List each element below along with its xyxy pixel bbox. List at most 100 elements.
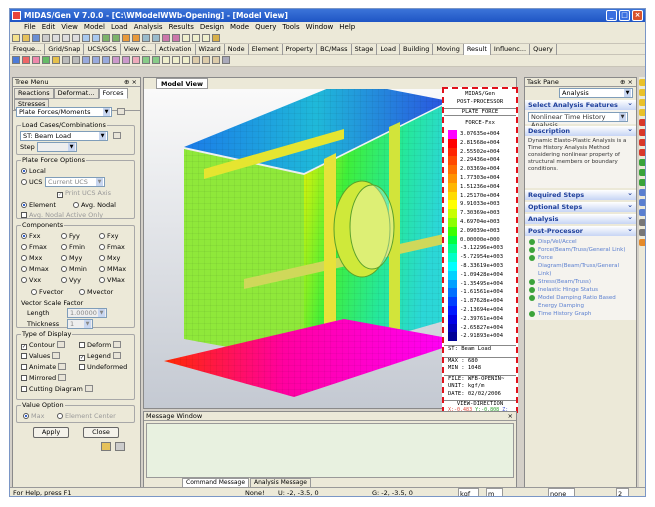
node-table-icon[interactable] (192, 34, 200, 42)
pan-icon[interactable] (132, 34, 140, 42)
menu-query[interactable]: Query (255, 23, 276, 31)
tab-node[interactable]: Node (225, 44, 249, 55)
mirrored-options-button[interactable] (58, 374, 67, 381)
values-checkbox[interactable]: Values (21, 352, 61, 360)
component-fxy-radio[interactable]: Fxy (99, 232, 118, 240)
result-type-more-button[interactable] (117, 108, 125, 115)
tab-forces[interactable]: Forces (98, 88, 128, 99)
tab-reactions[interactable]: Reactions (14, 88, 54, 99)
arrow-right-icon[interactable] (639, 149, 645, 156)
fvector-radio[interactable]: Fvector (31, 288, 63, 296)
tab-property[interactable]: Property (283, 44, 318, 55)
undeformed-checkbox[interactable]: Undeformed (79, 363, 127, 371)
section-icon[interactable] (222, 56, 230, 64)
menu-edit[interactable]: Edit (42, 23, 56, 31)
display-icon[interactable] (112, 56, 120, 64)
save-icon[interactable] (32, 34, 40, 42)
link-disp-vel-accel[interactable]: Disp/Vel/Accel (528, 238, 633, 246)
close-icon[interactable]: × (632, 10, 643, 21)
pan-view-icon[interactable] (639, 229, 645, 236)
menu-load[interactable]: Load (111, 23, 128, 31)
zoom-window-icon[interactable] (639, 99, 645, 106)
extrude-icon[interactable] (192, 56, 200, 64)
current-ucs-select[interactable]: Current UCS (45, 177, 105, 187)
tab-activation[interactable]: Activation (156, 44, 196, 55)
ucs-radio[interactable]: UCS (21, 178, 42, 186)
load-case-more-button[interactable] (113, 132, 121, 139)
force-unit-select[interactable]: kgf (458, 488, 480, 496)
view-back-icon[interactable] (639, 209, 645, 216)
print-results-icon[interactable] (115, 442, 125, 451)
analysis-type-select[interactable]: Nonlinear Time History Analysis (528, 112, 628, 129)
legend-checkbox[interactable]: ✓ Legend (79, 352, 121, 361)
pin-close-icon[interactable]: ⊕ × (124, 78, 137, 87)
component-myy-radio[interactable]: Myy (61, 254, 82, 262)
tab-view-control[interactable]: View C... (121, 44, 156, 55)
rotate-view-icon[interactable] (639, 219, 645, 226)
label-icon[interactable] (122, 56, 130, 64)
redo-icon[interactable] (92, 34, 100, 42)
contour-options-button[interactable] (56, 341, 65, 348)
perspective-icon[interactable] (62, 56, 70, 64)
zoom-in-icon[interactable] (639, 79, 645, 86)
snap-select[interactable]: none (548, 488, 576, 496)
tab-frequency[interactable]: Freque... (10, 44, 46, 55)
avg-nodal-radio[interactable]: Avg. Nodal (73, 201, 116, 209)
model-icon[interactable] (22, 56, 30, 64)
component-fmin-radio[interactable]: Fmin (61, 243, 85, 251)
view-front-icon[interactable] (639, 159, 645, 166)
link-damping-energy[interactable]: Model Damping Ratio Based Energy Damping (528, 294, 633, 310)
optional-steps-header[interactable]: Optional Steps (525, 200, 636, 212)
offset-icon[interactable] (212, 56, 220, 64)
snap-icon[interactable] (112, 34, 120, 42)
message-close-icon[interactable]: × (508, 412, 513, 421)
length-unit-select[interactable]: m (486, 488, 504, 496)
copy-icon[interactable] (62, 34, 70, 42)
maximize-icon[interactable]: □ (619, 10, 630, 21)
analysis-header[interactable]: Analysis (525, 212, 636, 224)
apply-button[interactable]: Apply (33, 427, 69, 438)
tab-stage[interactable]: Stage (352, 44, 378, 55)
contour-checkbox[interactable]: ✓ Contour (21, 341, 65, 350)
zoom-all-icon[interactable] (639, 109, 645, 116)
tab-deformations[interactable]: Deformat... (53, 88, 99, 99)
unselect-icon[interactable] (172, 34, 180, 42)
task-pane-pin-icon[interactable]: ⊕ × (620, 78, 633, 87)
tab-result[interactable]: Result (463, 44, 491, 55)
menu-view[interactable]: View (61, 23, 78, 31)
required-steps-header[interactable]: Required Steps (525, 188, 636, 200)
mvector-radio[interactable]: Mvector (79, 288, 113, 296)
link-time-history-graph[interactable]: Time History Graph (528, 310, 633, 318)
link-stress[interactable]: Stress(Beam/Truss) (528, 278, 633, 286)
component-mxy-radio[interactable]: Mxy (99, 254, 120, 262)
component-vmax-radio[interactable]: VMax (99, 276, 125, 284)
component-fyy-radio[interactable]: Fyy (61, 232, 80, 240)
shade-icon[interactable] (52, 56, 60, 64)
component-mmax2-radio[interactable]: MMax (99, 265, 126, 273)
length-input[interactable]: 1.00000 (67, 308, 107, 318)
grid-icon[interactable] (102, 34, 110, 42)
tab-moving[interactable]: Moving (433, 44, 464, 55)
front-view-icon[interactable] (92, 56, 100, 64)
new-icon[interactable] (12, 34, 20, 42)
element-center-radio[interactable]: Element Center (57, 412, 116, 420)
menu-mode[interactable]: Mode (230, 23, 249, 31)
menu-analysis[interactable]: Analysis (134, 23, 163, 31)
menu-design[interactable]: Design (200, 23, 224, 31)
animate-options-button[interactable] (58, 363, 67, 370)
component-mxx-radio[interactable]: Mxx (21, 254, 42, 262)
tab-influence[interactable]: Influenc... (491, 44, 531, 55)
deform-checkbox[interactable]: Deform (79, 341, 122, 349)
load-case-select[interactable]: ST: Beam Load (20, 131, 108, 141)
element-table-icon[interactable] (202, 34, 210, 42)
select-analysis-features-header[interactable]: Select Analysis Features (525, 98, 636, 110)
menu-window[interactable]: Window (306, 23, 334, 31)
tab-load[interactable]: Load (377, 44, 400, 55)
component-fxx-radio[interactable]: Fxx (21, 232, 40, 240)
component-mmax-radio[interactable]: Mmax (21, 265, 49, 273)
component-vxx-radio[interactable]: Vxx (21, 276, 41, 284)
tab-element[interactable]: Element (249, 44, 283, 55)
menu-tools[interactable]: Tools (282, 23, 299, 31)
top-view-icon[interactable] (82, 56, 90, 64)
cutting-diagram-checkbox[interactable]: Cutting Diagram (21, 385, 93, 393)
